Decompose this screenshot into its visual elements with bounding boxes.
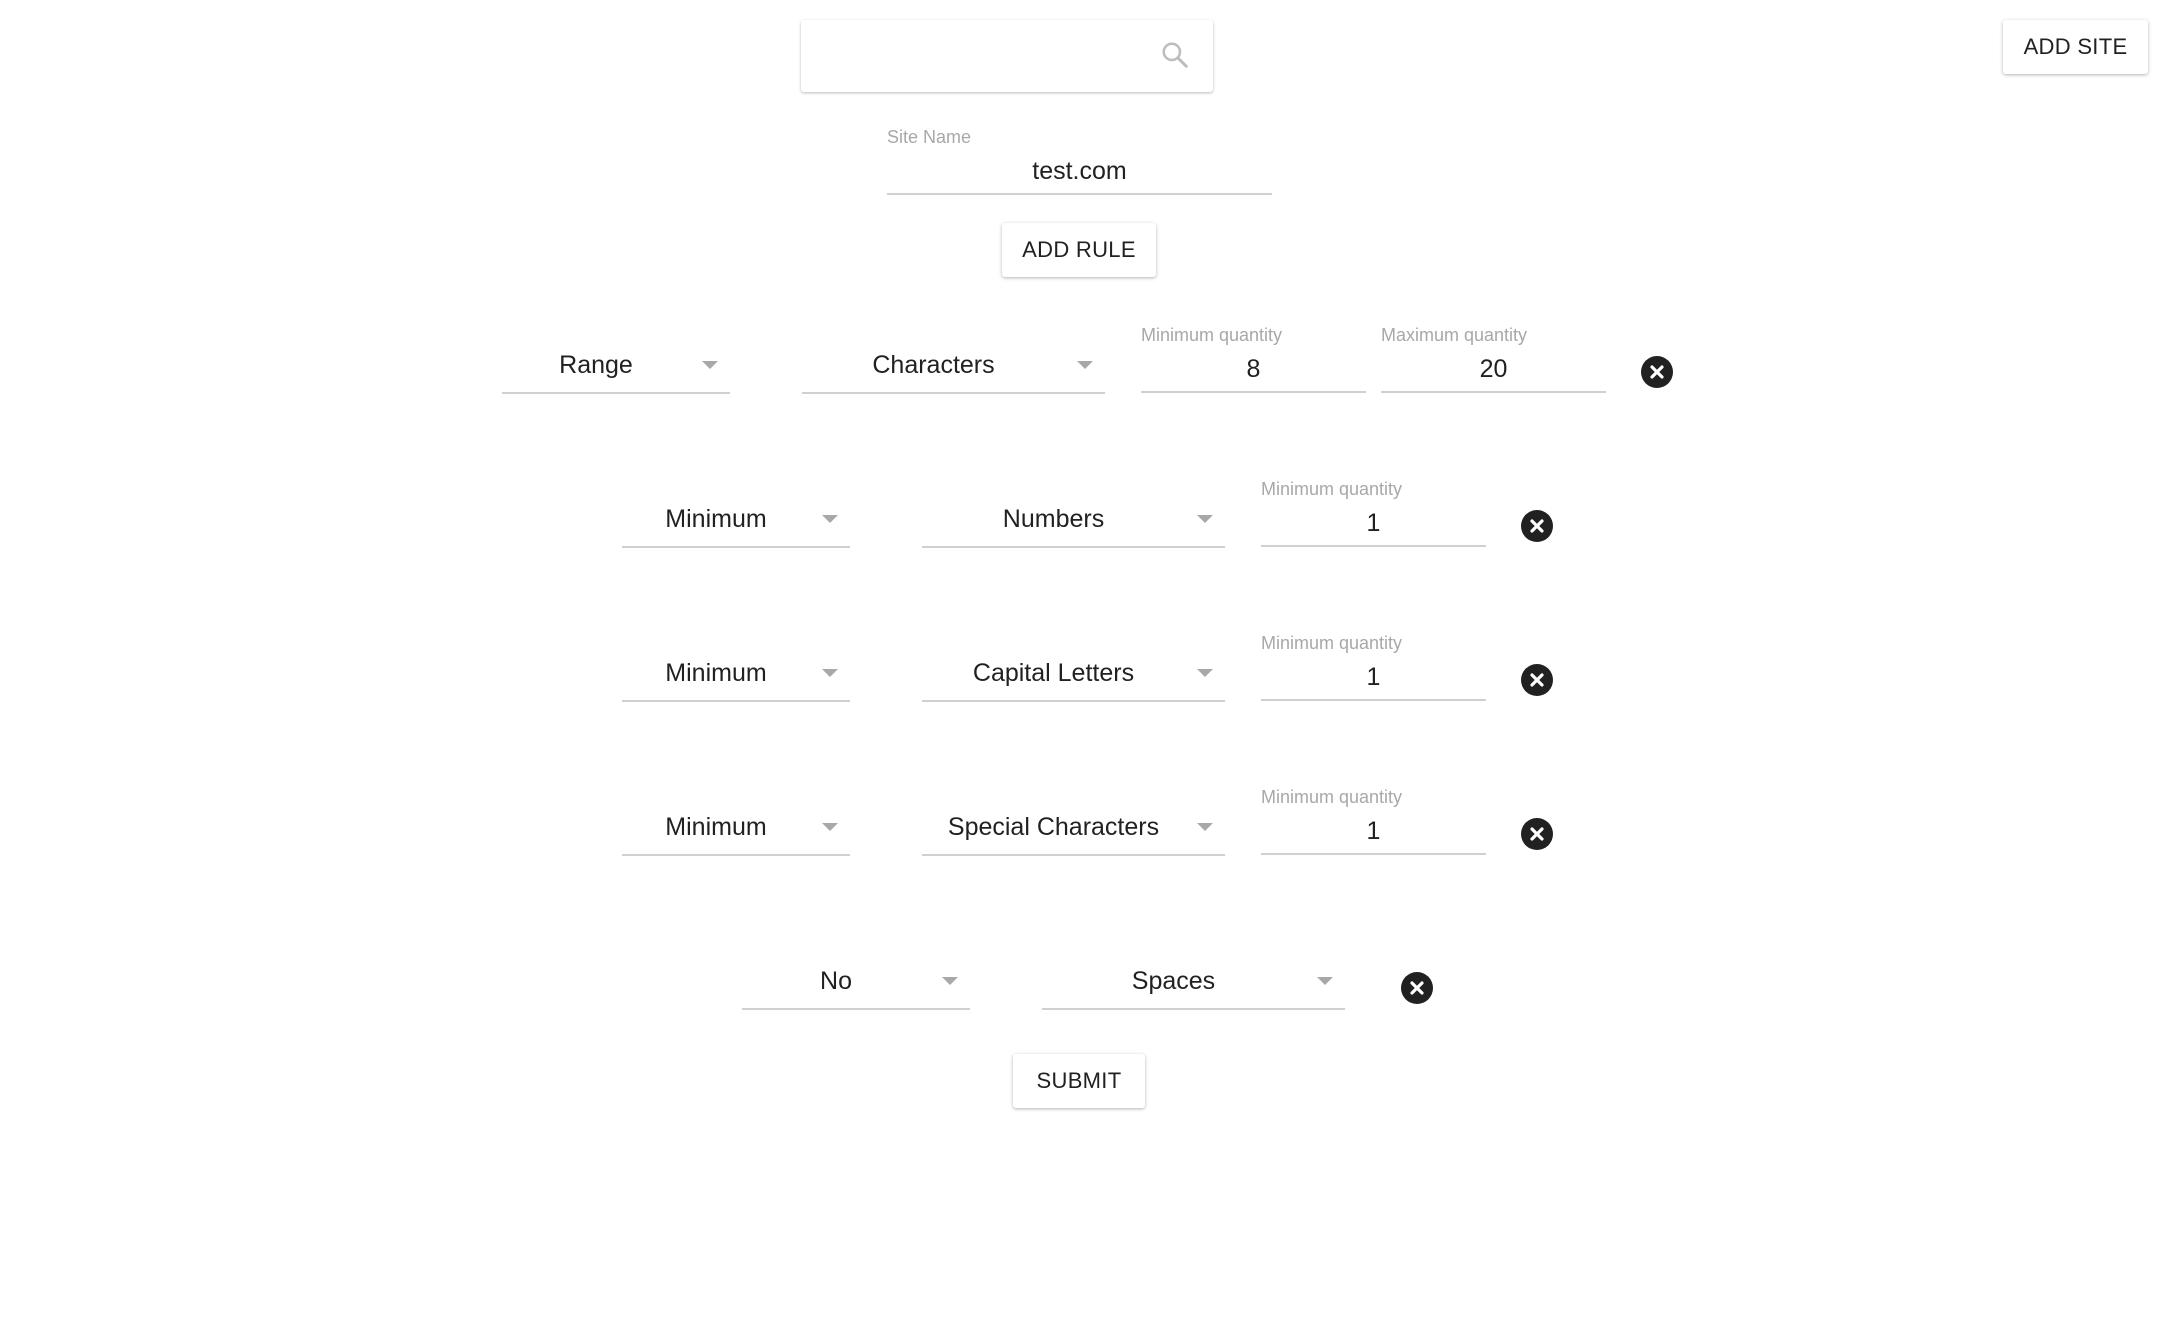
rule-1-max-input[interactable] [1381,353,1606,393]
password-rules-page: ADD SITE Site Name ADD RULE Range Charac… [0,0,2158,1327]
caret-down-icon [822,823,838,831]
rule-2-mode-value: Minimum [665,505,767,533]
rule-5-type-value: Spaces [1131,967,1216,995]
rule-2-min-label: Minimum quantity [1261,479,1403,499]
caret-down-icon [1197,515,1213,523]
rule-4-type-value: Special Characters [947,813,1160,841]
site-name-input[interactable] [887,155,1272,195]
rule-2-min-input[interactable] [1261,507,1486,547]
site-name-label: Site Name [887,127,972,147]
remove-rule-2-icon[interactable] [1521,510,1553,542]
rule-1-min-label: Minimum quantity [1141,325,1283,345]
rule-4-mode-select[interactable]: Minimum [622,810,850,856]
remove-rule-1-icon[interactable] [1641,356,1673,388]
submit-button[interactable]: SUBMIT [1013,1054,1145,1108]
caret-down-icon [822,669,838,677]
caret-down-icon [1077,361,1093,369]
rule-4-mode-value: Minimum [665,813,767,841]
rule-5-type-select[interactable]: Spaces [1042,964,1345,1010]
rule-3-type-value: Capital Letters [972,659,1135,687]
caret-down-icon [1197,669,1213,677]
caret-down-icon [1197,823,1213,831]
caret-down-icon [1317,977,1333,985]
caret-down-icon [942,977,958,985]
rule-3-mode-value: Minimum [665,659,767,687]
rule-3-type-select[interactable]: Capital Letters [922,656,1225,702]
rule-3-mode-select[interactable]: Minimum [622,656,850,702]
search-icon[interactable] [1160,40,1190,70]
rule-4-type-select[interactable]: Special Characters [922,810,1225,856]
rule-5-mode-value: No [820,967,852,995]
rule-1-min-input[interactable] [1141,353,1366,393]
caret-down-icon [702,361,718,369]
rule-2-mode-select[interactable]: Minimum [622,502,850,548]
rule-3-min-label: Minimum quantity [1261,633,1403,653]
rule-2-type-select[interactable]: Numbers [922,502,1225,548]
caret-down-icon [822,515,838,523]
remove-rule-5-icon[interactable] [1401,972,1433,1004]
rule-3-min-input[interactable] [1261,661,1486,701]
remove-rule-3-icon[interactable] [1521,664,1553,696]
rule-1-mode-select[interactable]: Range [502,348,730,394]
rule-2-type-value: Numbers [1002,505,1105,533]
add-site-button[interactable]: ADD SITE [2003,20,2148,74]
rule-4-min-label: Minimum quantity [1261,787,1403,807]
remove-rule-4-icon[interactable] [1521,818,1553,850]
search-box[interactable] [801,20,1213,92]
rule-1-mode-value: Range [559,351,633,379]
add-rule-button[interactable]: ADD RULE [1002,223,1156,277]
rule-1-max-label: Maximum quantity [1381,325,1528,345]
rule-1-type-select[interactable]: Characters [802,348,1105,394]
rule-4-min-input[interactable] [1261,815,1486,855]
rule-5-mode-select[interactable]: No [742,964,970,1010]
search-input[interactable] [817,34,1141,80]
rule-1-type-value: Characters [872,351,995,379]
